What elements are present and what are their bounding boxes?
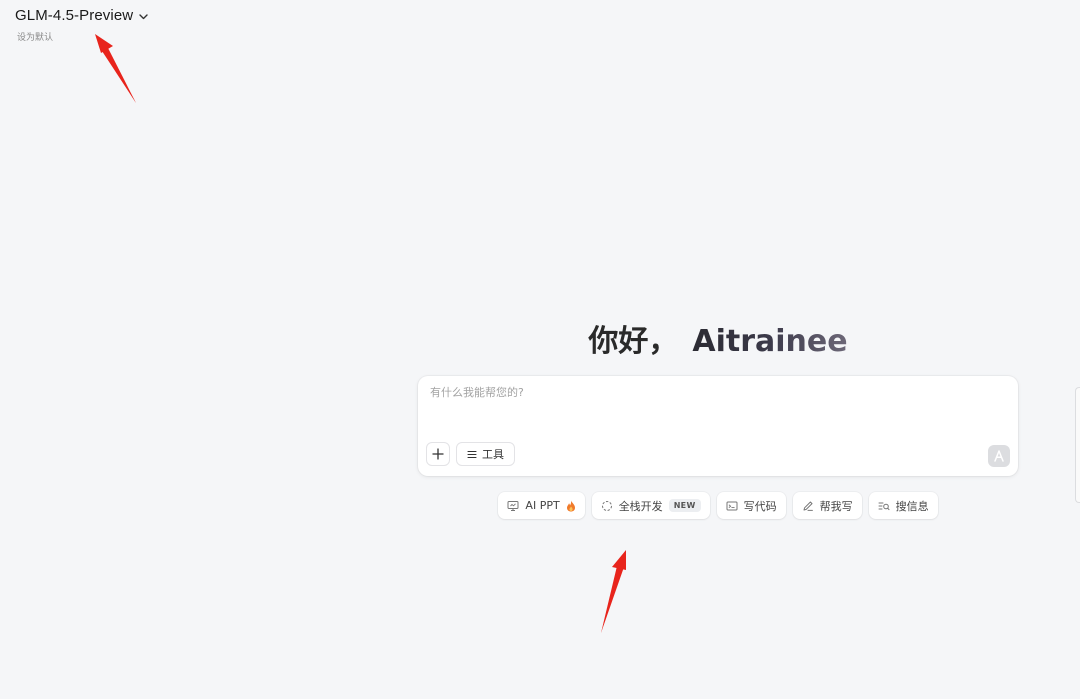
code-window-icon (726, 501, 738, 510)
send-icon (994, 450, 1004, 462)
set-default-link[interactable]: 设为默认 (17, 30, 53, 43)
chip-label: 写代码 (743, 499, 777, 513)
new-badge: NEW (668, 499, 701, 512)
tools-button[interactable]: 工具 (456, 442, 515, 466)
model-selector[interactable]: GLM-4.5-Preview (15, 7, 148, 24)
quick-actions: AI PPT 全栈开发 NEW 写代码 帮我写 搜信息 (418, 492, 1018, 519)
chip-ai-ppt[interactable]: AI PPT (498, 492, 585, 519)
pen-icon (803, 501, 813, 511)
chip-label: 帮我写 (819, 499, 853, 513)
fire-icon (566, 500, 575, 511)
chip-fullstack[interactable]: 全栈开发 NEW (591, 492, 710, 519)
chip-write-code[interactable]: 写代码 (716, 492, 786, 519)
chevron-down-icon[interactable] (138, 12, 148, 22)
greeting-prefix: 你好， (588, 324, 679, 359)
attach-button[interactable] (426, 442, 450, 466)
chat-input-card: 工具 (418, 376, 1018, 476)
annotation-arrow-bottom (601, 550, 626, 633)
chip-help-write[interactable]: 帮我写 (792, 492, 862, 519)
chip-search-info[interactable]: 搜信息 (868, 492, 938, 519)
side-panel-edge[interactable] (1075, 387, 1080, 503)
greeting-heading: 你好， Aitrainee (418, 316, 1018, 360)
presentation-icon (507, 500, 519, 511)
search-list-icon (878, 502, 890, 510)
plus-icon (432, 448, 444, 460)
tools-label: 工具 (482, 448, 504, 461)
chip-label: 搜信息 (895, 499, 929, 513)
model-name[interactable]: GLM-4.5-Preview (15, 7, 133, 24)
chip-label: 全栈开发 (618, 499, 663, 513)
menu-icon (467, 450, 477, 458)
chip-label: AI PPT (525, 499, 560, 512)
greeting-username: Aitrainee (692, 324, 848, 359)
send-button[interactable] (988, 445, 1010, 467)
chat-input[interactable] (430, 384, 1000, 434)
loading-circle-icon (601, 500, 612, 511)
annotation-arrow-top (95, 34, 136, 103)
